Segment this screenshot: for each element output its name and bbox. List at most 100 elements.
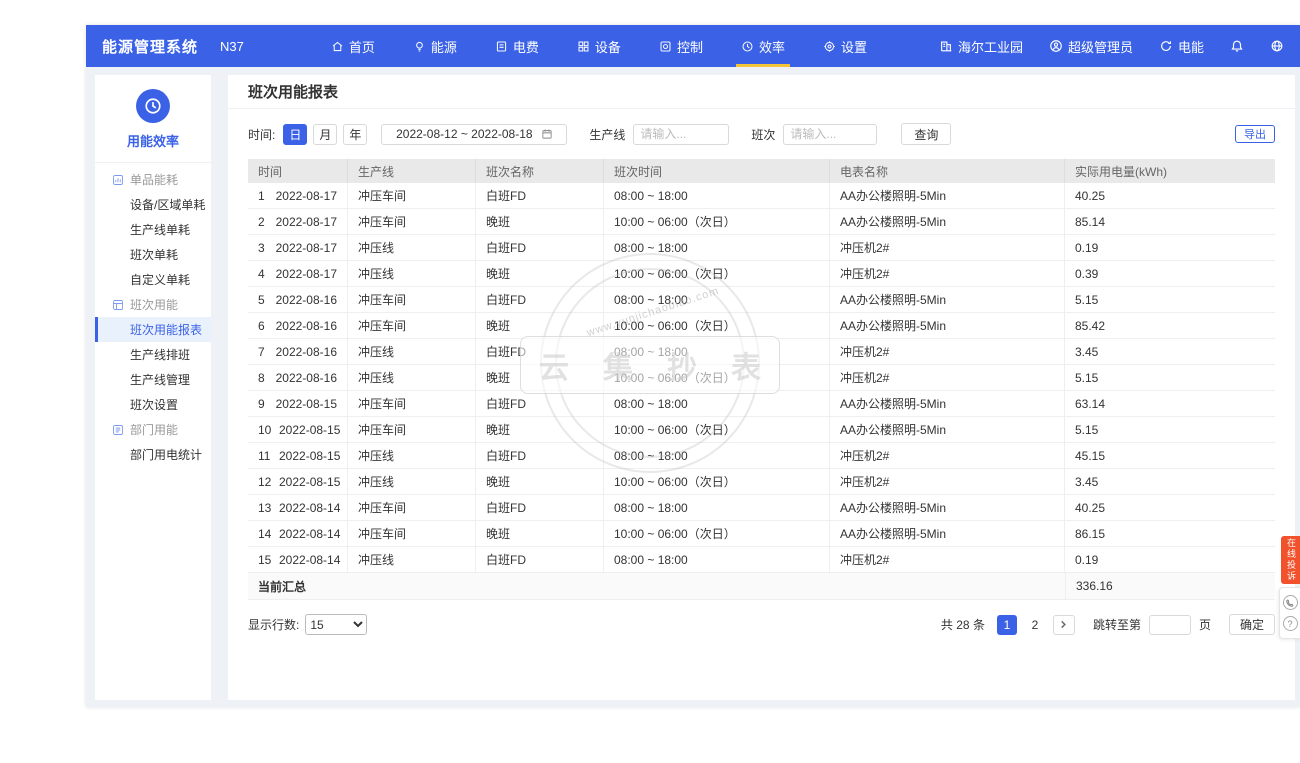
cell-shift-time: 08:00 ~ 18:00 [604,547,830,572]
date-range-picker[interactable]: 2022-08-12 ~ 2022-08-18 [381,124,567,145]
energy-type: 电能 [1178,37,1204,56]
page-button-1[interactable]: 1 [997,615,1017,635]
row-index: 5 [258,293,267,307]
nav-item-efficiency[interactable]: 效率 [722,25,804,67]
column-header-time: 时间 [248,159,348,183]
cell-date: 2022-08-15 [279,449,340,463]
top-navbar: 能源管理系统 N37 首页 能源 电费 设备 [86,25,1300,67]
row-index: 14 [258,527,270,541]
table-row[interactable]: 22022-08-17 冲压车间 晚班 10:00 ~ 06:00（次日） AA… [248,209,1275,235]
cell-shift-time: 10:00 ~ 06:00（次日） [604,209,830,234]
time-mode-month-button[interactable]: 月 [313,124,337,145]
export-button[interactable]: 导出 [1235,125,1275,143]
search-button[interactable]: 查询 [901,123,951,145]
cell-date: 2022-08-14 [279,501,340,515]
nav-item-control[interactable]: 控制 [640,25,722,67]
nav-item-home[interactable]: 首页 [312,25,394,67]
sidebar-group-shift-energy[interactable]: 班次用能 [95,292,211,317]
sidebar-item-shift-unit[interactable]: 班次单耗 [95,242,211,267]
phone-icon [1286,599,1294,607]
park-selector[interactable]: 海尔工业园 [939,37,1023,56]
table-row[interactable]: 12022-08-17 冲压车间 白班FD 08:00 ~ 18:00 AA办公… [248,183,1275,209]
page-button-2[interactable]: 2 [1025,615,1045,635]
cell-production-line: 冲压线 [348,365,476,390]
sidebar-item-line-scheduling[interactable]: 生产线排班 [95,342,211,367]
table-header-row: 时间 生产线 班次名称 班次时间 电表名称 实际用电量(kWh) [248,159,1275,183]
table-row[interactable]: 62022-08-16 冲压车间 晚班 10:00 ~ 06:00（次日） AA… [248,313,1275,339]
cell-date: 2022-08-14 [279,527,340,541]
table-row[interactable]: 142022-08-14 冲压车间 晚班 10:00 ~ 06:00（次日） A… [248,521,1275,547]
cell-meter-name: 冲压机2# [830,547,1065,572]
table-row[interactable]: 102022-08-15 冲压车间 晚班 10:00 ~ 06:00（次日） A… [248,417,1275,443]
nav-item-electricity-fee[interactable]: 电费 [476,25,558,67]
app-body: 用能效率 单品能耗 设备/区域单耗 生产线单耗 班次单耗 自定义单耗 班次用能 [86,67,1300,707]
cell-production-line: 冲压车间 [348,391,476,416]
jump-page-input[interactable] [1149,615,1191,635]
sidebar-item-label: 单品能耗 [130,171,178,188]
user-menu[interactable]: 超级管理员 [1049,37,1133,56]
clock-icon [144,97,162,115]
cell-production-line: 冲压线 [348,261,476,286]
row-index: 13 [258,501,270,515]
table-row[interactable]: 152022-08-14 冲压线 白班FD 08:00 ~ 18:00 冲压机2… [248,547,1275,573]
nav-item-settings[interactable]: 设置 [804,25,886,67]
nav-item-energy[interactable]: 能源 [394,25,476,67]
sidebar-item-line-unit[interactable]: 生产线单耗 [95,217,211,242]
table-body: 12022-08-17 冲压车间 白班FD 08:00 ~ 18:00 AA办公… [248,183,1275,573]
table-row[interactable]: 122022-08-15 冲压线 晚班 10:00 ~ 06:00（次日） 冲压… [248,469,1275,495]
cell-shift-name: 白班FD [476,287,604,312]
cell-kwh: 85.42 [1065,313,1275,338]
line-filter-input[interactable] [633,124,729,145]
table-footer: 显示行数: 15 共 28 条 1 2 跳转至第 页 确定 [248,614,1275,635]
app-title: 能源管理系统 [102,36,198,57]
table-row[interactable]: 52022-08-16 冲压车间 白班FD 08:00 ~ 18:00 AA办公… [248,287,1275,313]
cell-date: 2022-08-17 [276,215,337,229]
nav-label: 控制 [677,37,703,56]
language-button[interactable] [1270,39,1284,53]
cell-production-line: 冲压车间 [348,313,476,338]
confirm-button[interactable]: 确定 [1229,614,1275,635]
cell-date: 2022-08-15 [279,475,340,489]
next-page-button[interactable] [1053,615,1075,635]
cell-kwh: 45.15 [1065,443,1275,468]
cell-production-line: 冲压线 [348,443,476,468]
sidebar-item-shift-settings[interactable]: 班次设置 [95,392,211,417]
cell-meter-name: AA办公楼照明-5Min [830,417,1065,442]
table-row[interactable]: 42022-08-17 冲压线 晚班 10:00 ~ 06:00（次日） 冲压机… [248,261,1275,287]
globe-icon [1270,39,1284,53]
sidebar-item-shift-energy-report[interactable]: 班次用能报表 [95,317,211,342]
nav-label: 电费 [513,37,539,56]
cell-kwh: 86.15 [1065,521,1275,546]
shift-filter-input[interactable] [783,124,877,145]
time-mode-year-button[interactable]: 年 [343,124,367,145]
sidebar-item-department-statistics[interactable]: 部门用电统计 [95,442,211,467]
sidebar-item-line-management[interactable]: 生产线管理 [95,367,211,392]
nav-item-devices[interactable]: 设备 [558,25,640,67]
row-index: 10 [258,423,270,437]
table-row[interactable]: 92022-08-15 冲压车间 白班FD 08:00 ~ 18:00 AA办公… [248,391,1275,417]
table-row[interactable]: 82022-08-16 冲压线 晚班 10:00 ~ 06:00（次日） 冲压机… [248,365,1275,391]
help-button[interactable]: ? [1283,616,1298,631]
sidebar-group-unit-consumption[interactable]: 单品能耗 [95,167,211,192]
rows-per-page-select[interactable]: 15 [305,614,367,635]
table-row[interactable]: 72022-08-16 冲压线 白班FD 08:00 ~ 18:00 冲压机2#… [248,339,1275,365]
table-row[interactable]: 132022-08-14 冲压车间 白班FD 08:00 ~ 18:00 AA办… [248,495,1275,521]
sidebar-group-department-energy[interactable]: 部门用能 [95,417,211,442]
notification-button[interactable] [1230,39,1244,53]
cell-shift-time: 10:00 ~ 06:00（次日） [604,365,830,390]
energy-type-switch[interactable]: 电能 [1159,37,1204,56]
bulb-icon [413,40,426,53]
shift-filter-label: 班次 [751,126,775,143]
online-complaint-button[interactable]: 在线投诉 [1281,536,1300,584]
jump-prefix-label: 跳转至第 [1093,616,1141,633]
table-row[interactable]: 112022-08-15 冲压线 白班FD 08:00 ~ 18:00 冲压机2… [248,443,1275,469]
table-row[interactable]: 32022-08-17 冲压线 白班FD 08:00 ~ 18:00 冲压机2#… [248,235,1275,261]
nav-label: 效率 [759,37,785,56]
sidebar-item-device-area[interactable]: 设备/区域单耗 [95,192,211,217]
grid-icon [577,40,590,53]
cell-production-line: 冲压线 [348,235,476,260]
nav-label: 首页 [349,37,375,56]
sidebar-item-custom-unit[interactable]: 自定义单耗 [95,267,211,292]
contact-button[interactable] [1283,595,1298,610]
time-mode-day-button[interactable]: 日 [283,124,307,145]
